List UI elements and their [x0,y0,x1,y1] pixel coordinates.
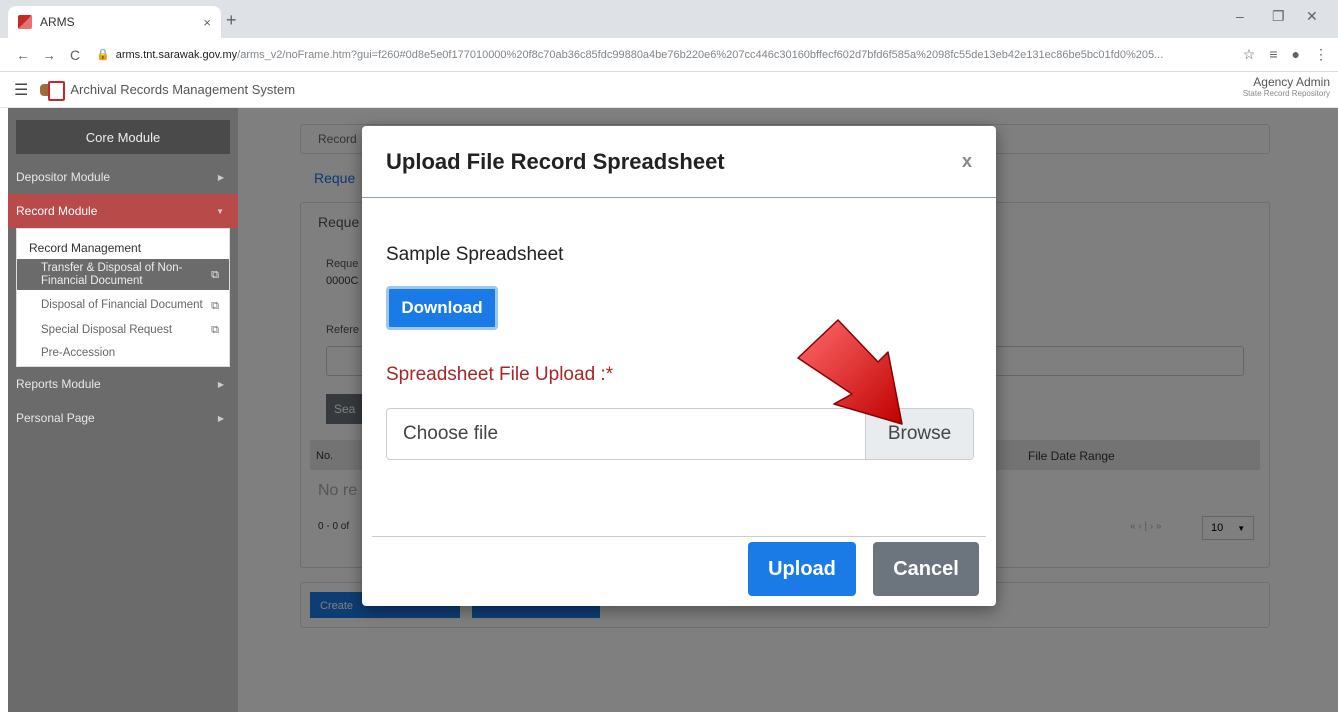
submenu-item-transfer[interactable]: Transfer & Disposal of Non-Financial Doc… [17,259,229,291]
sidebar-item-label: Record Module [16,204,98,218]
external-link-icon: ⧉ [211,268,219,281]
submenu-item-pre-accession[interactable]: Pre-Accession [17,344,229,363]
sidebar-item-reports[interactable]: Reports Module ▶ [8,367,238,401]
sample-spreadsheet-label: Sample Spreadsheet [386,244,564,265]
user-name: Agency Admin [1253,75,1330,89]
sidebar-item-label: Depositor Module [16,170,111,184]
sidebar: Core Module Depositor Module ▶ Record Mod… [8,108,238,712]
submenu-item-special[interactable]: Special Disposal Request ⧉ [17,321,229,340]
cancel-button[interactable]: Cancel [873,542,979,596]
submenu-item-financial[interactable]: Disposal of Financial Document ⧉ [17,296,229,315]
caret-down-icon: ▼ [216,206,224,216]
favicon-icon [18,15,32,29]
sidebar-item-personal[interactable]: Personal Page ▶ [8,401,238,435]
sidebar-item-label: Reports Module [16,377,101,392]
url-host: arms.tnt.sarawak.gov.my [115,49,238,61]
submenu-item-label: Transfer & Disposal of Non-Financial Doc… [41,262,183,287]
restore-icon[interactable]: ❐ [1272,8,1285,25]
minimize-icon[interactable]: – [1236,8,1244,24]
user-box[interactable]: Agency Admin State Record Repository [1243,75,1330,98]
sidebar-item-depositor[interactable]: Depositor Module ▶ [8,160,238,194]
modal-footer-divider [372,536,986,537]
external-link-icon: ⧉ [211,324,219,337]
star-icon[interactable]: ☆ [1243,46,1256,63]
sidebar-item-label: Personal Page [16,411,95,426]
close-icon[interactable]: x [962,151,972,172]
download-button[interactable]: Download [386,286,498,330]
app-title: Archival Records Management System [70,82,296,97]
modal-title: Upload File Record Spreadsheet [386,148,725,174]
caret-right-icon: ▶ [217,172,224,182]
reload-icon[interactable]: C [62,47,88,63]
upload-button[interactable]: Upload [748,542,856,596]
address-bar: ← → C 🔒 arms.tnt.sarawak.gov.my/arms_v2/n… [0,38,1338,72]
caret-right-icon: ▶ [217,413,224,423]
spreadsheet-upload-label: Spreadsheet File Upload :* [386,364,614,385]
tab-close-icon[interactable]: × [203,15,211,30]
browser-tab-bar: ARMS × + – ❐ ✕ [0,0,1338,38]
caret-right-icon: ▶ [217,379,224,389]
tab-title: ARMS [40,15,75,29]
red-arrow-icon [797,319,903,425]
back-icon[interactable]: ← [10,47,36,63]
reading-list-icon[interactable]: ≡ [1269,46,1277,63]
submenu-item-label: Special Disposal Request [41,323,173,336]
browser-tab[interactable]: ARMS × [8,6,221,38]
new-tab-icon[interactable]: + [226,10,237,31]
modal-header: Upload File Record Spreadsheet x [362,126,996,198]
url-field[interactable]: 🔒 arms.tnt.sarawak.gov.my/arms_v2/noFrame… [96,48,1233,61]
menu-icon[interactable]: ⋮ [1314,46,1328,63]
submenu-item-label: Pre-Accession [41,346,116,359]
user-role: State Record Repository [1242,89,1330,98]
submenu-heading: Record Management [29,241,142,255]
url-path: /arms_v2/noFrame.htm?gui=f260#0d8e5e0f17… [237,49,1164,61]
submenu-item-label: Disposal of Financial Document [41,299,203,312]
forward-icon[interactable]: → [36,47,62,63]
sidebar-item-record[interactable]: Record Module ▼ [8,194,238,228]
record-submenu: Record Management Transfer & Disposal of… [16,228,230,368]
app-header: ☰ Archival Records Management System Age… [0,72,1338,108]
hamburger-icon[interactable]: ☰ [14,80,28,100]
profile-icon[interactable]: ● [1292,46,1300,63]
core-module-button[interactable]: Core Module [16,120,230,154]
window-close-icon[interactable]: ✕ [1306,8,1318,25]
external-link-icon: ⧉ [211,299,219,312]
lock-icon: 🔒 [96,49,110,61]
logo-icon [40,80,66,101]
